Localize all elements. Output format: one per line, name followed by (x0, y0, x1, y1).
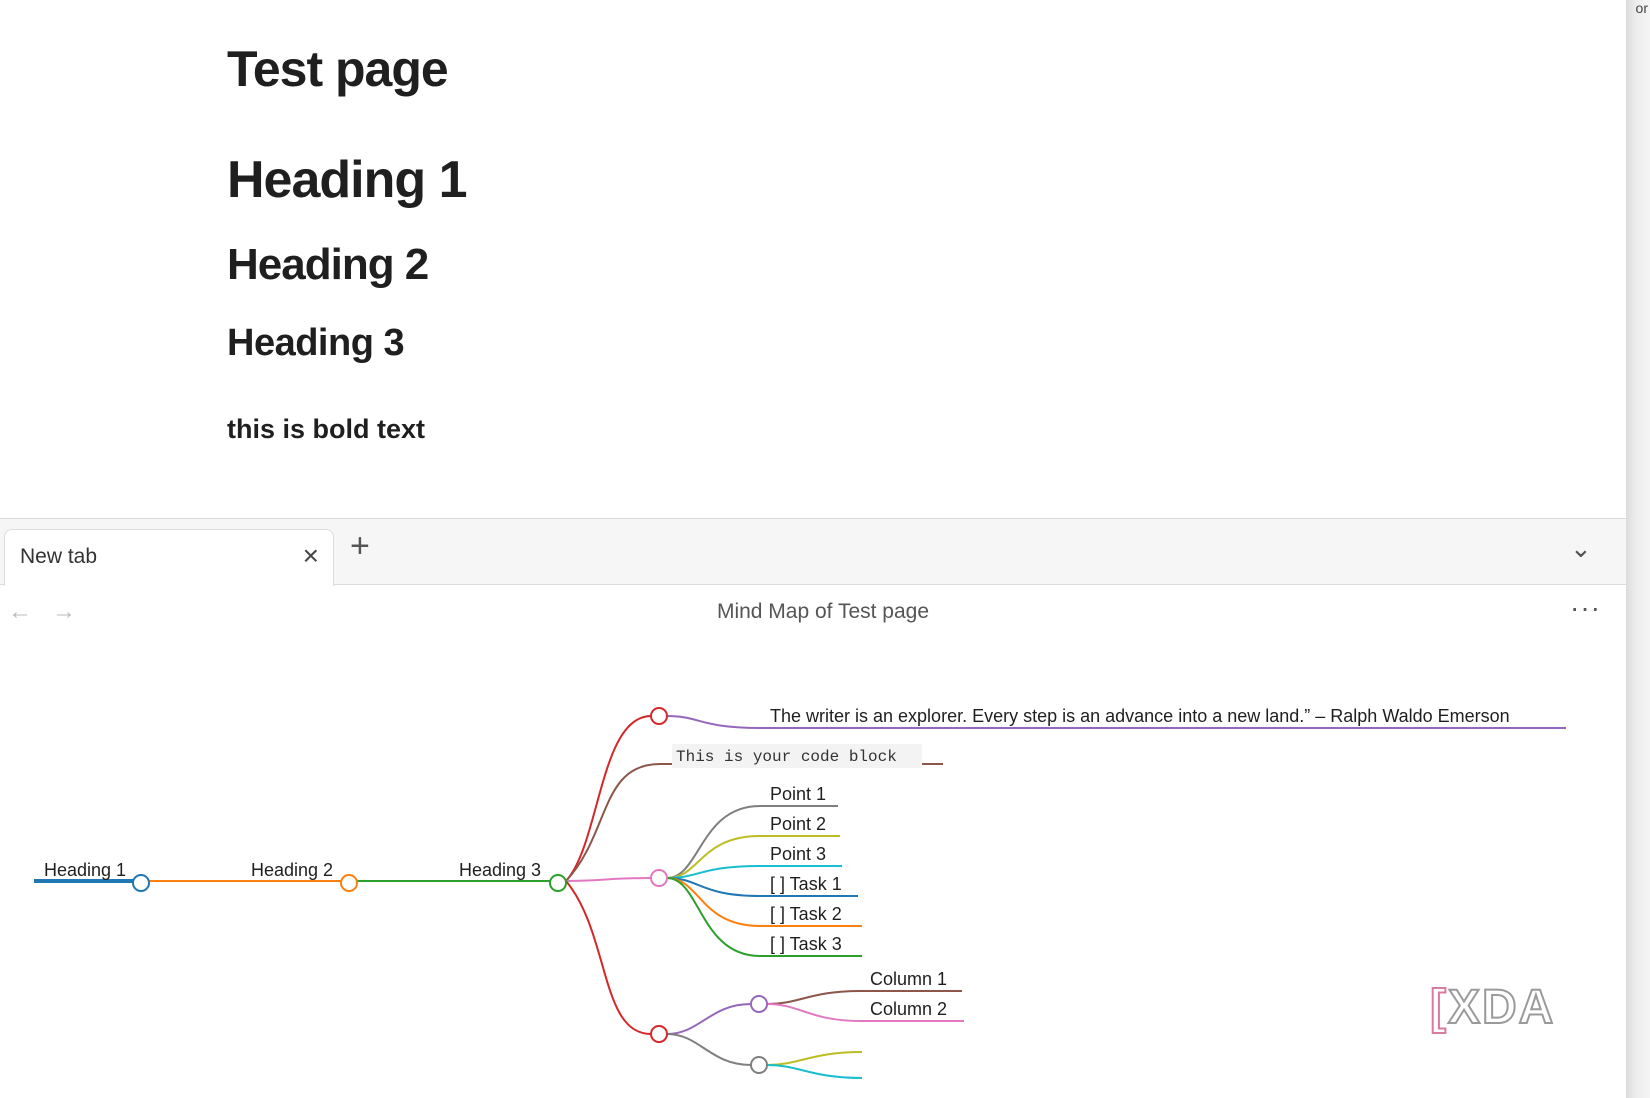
node-code[interactable]: This is your code block (676, 748, 897, 766)
node-point2[interactable]: Point 2 (770, 814, 826, 834)
mind-map[interactable]: Heading 1 Heading 2 Heading 3 The writer… (0, 644, 1626, 1098)
page-title[interactable]: Test page (227, 40, 449, 98)
collapse-node-row1[interactable] (750, 995, 768, 1013)
collapse-node-table[interactable] (650, 1025, 668, 1043)
edge-h3-list (565, 877, 652, 882)
heading-3[interactable]: Heading 3 (227, 322, 405, 365)
more-horizontal-icon[interactable]: ··· (1570, 592, 1601, 624)
collapse-node-row2[interactable] (750, 1056, 768, 1074)
bold-paragraph[interactable]: this is bold text (227, 414, 425, 445)
edge-row1 (666, 1003, 752, 1035)
editor-pane: Test page Heading 1 Heading 2 Heading 3 … (0, 0, 1626, 518)
heading-2[interactable]: Heading 2 (227, 240, 429, 290)
plus-icon[interactable]: + (350, 529, 370, 563)
xda-watermark-logo: [XDA (1429, 980, 1556, 1035)
heading-1[interactable]: Heading 1 (227, 150, 467, 210)
collapse-node-quote[interactable] (650, 707, 668, 725)
view-title: Mind Map of Test page (716, 600, 930, 623)
tab-new-tab[interactable]: New tab × (4, 529, 334, 586)
node-col2[interactable]: Column 2 (870, 999, 947, 1019)
node-task2[interactable]: [ ] Task 2 (770, 904, 842, 924)
collapse-node-list[interactable] (650, 869, 668, 887)
node-point3[interactable]: Point 3 (770, 844, 826, 864)
node-task1[interactable]: [ ] Task 1 (770, 874, 842, 894)
node-h1[interactable]: Heading 1 (44, 860, 126, 880)
corner-text: or (1635, 0, 1648, 16)
tab-bar: New tab × + ⌄ (0, 518, 1626, 586)
collapse-node-h3[interactable] (549, 874, 567, 892)
close-icon[interactable]: × (303, 542, 319, 570)
view-header: ← → Mind Map of Test page ··· (0, 584, 1626, 644)
node-h3[interactable]: Heading 3 (459, 860, 541, 880)
window-edge: or (1626, 0, 1650, 1098)
edge-h3-quote (565, 715, 652, 882)
chevron-down-icon[interactable]: ⌄ (1570, 533, 1592, 564)
edge-leaf1 (766, 1051, 863, 1066)
tab-label: New tab (20, 545, 98, 568)
collapse-node-h2[interactable] (340, 874, 358, 892)
node-task3[interactable]: [ ] Task 3 (770, 934, 842, 954)
edge-h3-table (565, 880, 652, 1035)
node-point1[interactable]: Point 1 (770, 784, 826, 804)
edge-row2 (666, 1033, 752, 1066)
node-col1[interactable]: Column 1 (870, 969, 947, 989)
edge-leaf2 (766, 1064, 863, 1079)
edge-code (565, 763, 943, 882)
node-h2[interactable]: Heading 2 (251, 860, 333, 880)
collapse-node-h1[interactable] (132, 874, 150, 892)
node-quote[interactable]: The writer is an explorer. Every step is… (770, 706, 1510, 726)
